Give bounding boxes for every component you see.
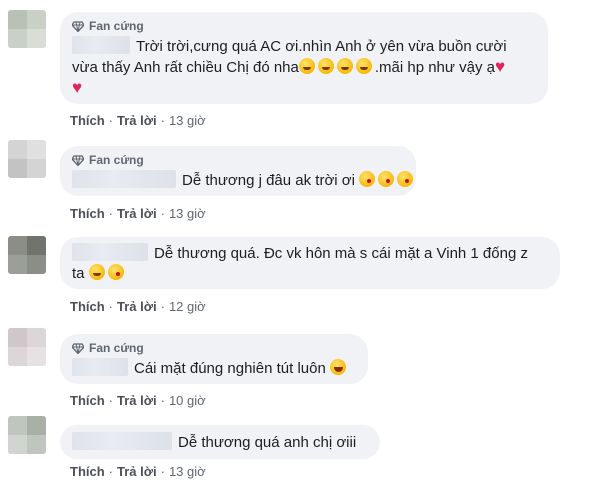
separator: ·: [108, 464, 114, 479]
reply-link[interactable]: Trả lời: [117, 393, 157, 408]
avatar[interactable]: [8, 10, 46, 48]
comment-text: Trời trời,cưng quá AC ơi.nhìn Anh ở yên …: [72, 36, 536, 57]
comment-text: Dễ thương quá. Đc vk hôn mà s cái mặt a …: [72, 243, 548, 264]
face-blowing-kiss-emoji: [397, 171, 414, 187]
comment-actions: Thích · Trả lời · 13 giờ: [70, 113, 206, 128]
separator: ·: [108, 206, 114, 221]
face-blowing-kiss-emoji: [378, 171, 395, 187]
separator: ·: [160, 464, 165, 479]
like-link[interactable]: Thích: [70, 464, 105, 479]
separator: ·: [160, 113, 165, 128]
comment-text-line: .mãi hp như vậy ạ: [374, 59, 495, 76]
separator: ·: [160, 393, 165, 408]
separator: ·: [160, 299, 165, 314]
comment-text-line: Cái mặt đúng nghiên tút luôn: [134, 360, 326, 377]
separator: ·: [108, 393, 114, 408]
grinning-face-emoji: [88, 264, 105, 280]
comment-bubble: Dễ thương quá. Đc vk hôn mà s cái mặt a …: [60, 237, 560, 289]
separator: ·: [160, 206, 165, 221]
grinning-face-emoji: [317, 58, 334, 74]
diamond-icon: [72, 20, 84, 32]
author-name-blurred[interactable]: [72, 36, 130, 54]
comment-text-line: ta: [72, 265, 85, 282]
red-heart-emoji: ♥: [494, 57, 506, 76]
face-blowing-kiss-emoji: [359, 171, 376, 187]
avatar[interactable]: [8, 140, 46, 178]
comment-text-line: Trời trời,cưng quá AC ơi.nhìn Anh ở yên …: [136, 38, 507, 55]
tears-of-joy-emoji: [329, 359, 346, 375]
comment-text-line2: vừa thấy Anh rất chiều Chị đó nha .mãi hp…: [72, 57, 536, 78]
like-link[interactable]: Thích: [70, 299, 105, 314]
diamond-icon: [72, 342, 84, 354]
comment-actions: Thích · Trả lời · 13 giờ: [70, 206, 206, 221]
like-link[interactable]: Thích: [70, 393, 105, 408]
timestamp[interactable]: 13 giờ: [169, 206, 206, 221]
comment-text-line: Dễ thương quá. Đc vk hôn mà s cái mặt a …: [154, 245, 528, 262]
comment-actions: Thích · Trả lời · 10 giờ: [70, 393, 206, 408]
comment-text-line3: ♥: [72, 78, 536, 99]
comment-text: Dễ thương j đâu ak trời ơi: [72, 170, 414, 191]
diamond-icon: [72, 154, 84, 166]
like-link[interactable]: Thích: [70, 206, 105, 221]
reply-link[interactable]: Trả lời: [117, 299, 157, 314]
author-name-blurred[interactable]: [72, 243, 148, 261]
comment-actions: Thích · Trả lời · 13 giờ: [70, 464, 206, 479]
timestamp[interactable]: 10 giờ: [169, 393, 206, 408]
author-name-blurred[interactable]: [72, 432, 172, 450]
grinning-face-emoji: [336, 58, 353, 74]
comment-text-line: Dễ thương j đâu ak trời ơi: [182, 172, 355, 189]
reply-link[interactable]: Trả lời: [117, 464, 157, 479]
fan-badge: Fan cứng: [72, 340, 356, 356]
comment-bubble: Fan cứng Dễ thương j đâu ak trời ơi: [60, 146, 416, 196]
comment-bubble: Fan cứng Trời trời,cưng quá AC ơi.nhìn A…: [60, 12, 548, 104]
red-heart-emoji: ♥: [72, 78, 83, 97]
comment-text-line2: ta: [72, 264, 548, 284]
timestamp[interactable]: 12 giờ: [169, 299, 206, 314]
grinning-face-emoji: [298, 58, 315, 74]
avatar[interactable]: [8, 328, 46, 366]
timestamp[interactable]: 13 giờ: [169, 464, 206, 479]
comment-actions: Thích · Trả lời · 12 giờ: [70, 299, 206, 314]
comment-bubble: Dễ thương quá anh chị ơiii: [60, 425, 380, 459]
face-blowing-kiss-emoji: [107, 264, 124, 280]
author-name-blurred[interactable]: [72, 170, 176, 188]
avatar[interactable]: [8, 236, 46, 274]
avatar[interactable]: [8, 416, 46, 454]
grinning-face-emoji: [355, 58, 372, 74]
comment-bubble: Fan cứng Cái mặt đúng nghiên tút luôn: [60, 334, 368, 384]
comment-text-line: Dễ thương quá anh chị ơiii: [178, 434, 357, 451]
separator: ·: [108, 299, 114, 314]
badge-label: Fan cứng: [89, 153, 144, 167]
author-name-blurred[interactable]: [72, 358, 128, 376]
reply-link[interactable]: Trả lời: [117, 113, 157, 128]
separator: ·: [108, 113, 114, 128]
fan-badge: Fan cứng: [72, 18, 536, 34]
comment-text: Cái mặt đúng nghiên tút luôn: [72, 358, 356, 379]
like-link[interactable]: Thích: [70, 113, 105, 128]
badge-label: Fan cứng: [89, 341, 144, 355]
comment-text: Dễ thương quá anh chị ơiii: [72, 432, 368, 453]
reply-link[interactable]: Trả lời: [117, 206, 157, 221]
fan-badge: Fan cứng: [72, 152, 404, 168]
timestamp[interactable]: 13 giờ: [169, 113, 206, 128]
badge-label: Fan cứng: [89, 19, 144, 33]
comment-text-line: vừa thấy Anh rất chiều Chị đó nha: [72, 59, 299, 76]
